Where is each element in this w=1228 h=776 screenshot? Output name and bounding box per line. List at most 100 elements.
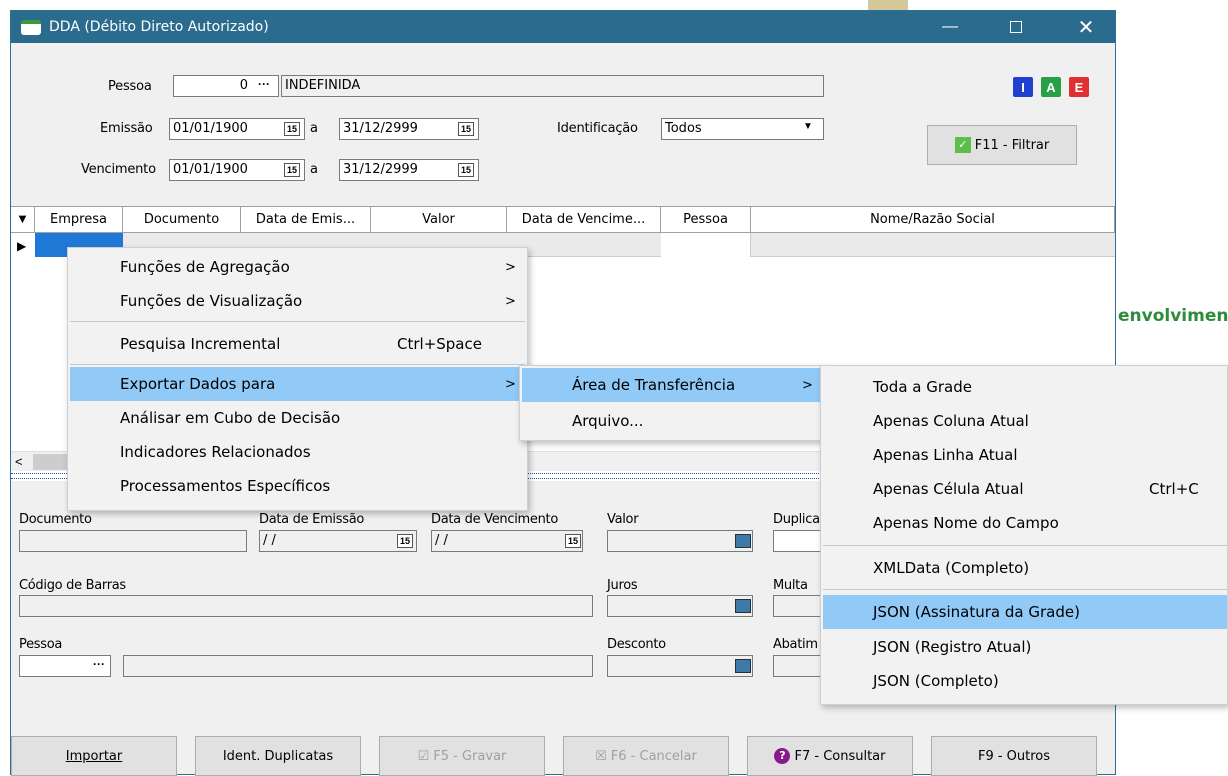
ident-duplicatas-button[interactable]: Ident. Duplicatas bbox=[195, 736, 361, 776]
identificacao-label: Identificação bbox=[557, 121, 638, 136]
duplica-field[interactable] bbox=[773, 530, 821, 552]
context-menu: Funções de Agregação > Funções de Visual… bbox=[67, 247, 528, 511]
col-nome-razao[interactable]: Nome/Razão Social bbox=[751, 207, 1115, 233]
chevron-down-icon[interactable]: ▼ bbox=[803, 121, 813, 132]
calendar-icon[interactable]: 15 bbox=[284, 163, 300, 177]
menu-separator bbox=[823, 545, 1227, 546]
chevron-right-icon: > bbox=[505, 293, 516, 309]
menu-item-label: Apenas Nome do Campo bbox=[873, 514, 1059, 532]
pessoa-detail-lookup-button[interactable]: ··· bbox=[89, 657, 109, 675]
abatim-label: Abatim bbox=[773, 637, 818, 652]
multa-label: Multa bbox=[773, 578, 808, 593]
submenu-area-transferencia: Toda a Grade Apenas Coluna Atual Apenas … bbox=[820, 365, 1228, 705]
chevron-right-icon: > bbox=[505, 376, 516, 392]
consultar-button[interactable]: ? F7 - Consultar bbox=[747, 736, 913, 776]
pessoa-name-detail-field bbox=[123, 655, 593, 677]
close-button[interactable]: ✕ bbox=[1063, 11, 1109, 43]
menu-item-linha-atual[interactable]: Apenas Linha Atual bbox=[823, 438, 1227, 472]
col-valor[interactable]: Valor bbox=[371, 207, 507, 233]
menu-item-label: Apenas Coluna Atual bbox=[873, 412, 1029, 430]
info-icon[interactable]: I bbox=[1013, 77, 1033, 97]
col-empresa[interactable]: Empresa bbox=[35, 207, 123, 233]
gravar-label: F5 - Gravar bbox=[433, 748, 507, 764]
calendar-icon[interactable]: 15 bbox=[565, 534, 581, 548]
calculator-icon[interactable] bbox=[735, 599, 751, 613]
cancel-icon: ☒ bbox=[595, 748, 607, 764]
calendar-icon[interactable]: 15 bbox=[397, 534, 413, 548]
title-bar: DDA (Débito Direto Autorizado) — ✕ bbox=[11, 11, 1115, 43]
menu-item-label: Funções de Agregação bbox=[120, 258, 290, 276]
outros-button[interactable]: F9 - Outros bbox=[931, 736, 1097, 776]
menu-item-toda-grade[interactable]: Toda a Grade bbox=[823, 370, 1227, 404]
menu-item-celula-atual[interactable]: Apenas Célula Atual Ctrl+C bbox=[823, 472, 1227, 506]
table-cell[interactable] bbox=[661, 233, 751, 257]
menu-item-json-completo[interactable]: JSON (Completo) bbox=[823, 664, 1227, 698]
menu-item-label: JSON (Completo) bbox=[873, 672, 999, 690]
window-title: DDA (Débito Direto Autorizado) bbox=[49, 19, 269, 35]
menu-item-shortcut: Ctrl+C bbox=[1149, 480, 1199, 498]
calendar-icon[interactable]: 15 bbox=[284, 122, 300, 136]
menu-item-exportar-dados[interactable]: Exportar Dados para > bbox=[70, 367, 525, 401]
menu-item-label: Apenas Célula Atual bbox=[873, 480, 1024, 498]
menu-item-label: Funções de Visualização bbox=[120, 292, 303, 310]
menu-item-json-registro[interactable]: JSON (Registro Atual) bbox=[823, 630, 1227, 664]
a-label: a bbox=[310, 121, 318, 136]
multa-field[interactable] bbox=[773, 595, 821, 617]
codigo-barras-field[interactable] bbox=[19, 595, 593, 617]
maximize-button[interactable] bbox=[993, 11, 1039, 43]
menu-separator bbox=[70, 321, 525, 322]
abatim-field[interactable] bbox=[773, 655, 821, 677]
menu-item-label: Processamentos Específicos bbox=[120, 477, 331, 495]
desconto-field[interactable] bbox=[607, 655, 753, 677]
col-data-emissao[interactable]: Data de Emis... bbox=[241, 207, 371, 233]
menu-item-analisar-cubo[interactable]: Análisar em Cubo de Decisão bbox=[70, 401, 525, 435]
col-data-vencimento[interactable]: Data de Vencime... bbox=[507, 207, 661, 233]
menu-item-funcoes-agregacao[interactable]: Funções de Agregação > bbox=[70, 250, 525, 284]
calendar-icon[interactable]: 15 bbox=[458, 163, 474, 177]
calculator-icon[interactable] bbox=[735, 534, 751, 548]
gravar-button[interactable]: ☑ F5 - Gravar bbox=[379, 736, 545, 776]
a-label: a bbox=[310, 162, 318, 177]
filter-button[interactable]: ✓ F11 - Filtrar bbox=[927, 125, 1077, 165]
grid-menu-icon[interactable]: ▼ bbox=[11, 207, 35, 233]
documento-field[interactable] bbox=[19, 530, 247, 552]
menu-item-coluna-atual[interactable]: Apenas Coluna Atual bbox=[823, 404, 1227, 438]
minimize-button[interactable]: — bbox=[927, 11, 973, 43]
menu-item-xmldata[interactable]: XMLData (Completo) bbox=[823, 551, 1227, 585]
menu-item-area-transferencia[interactable]: Área de Transferência > bbox=[522, 368, 822, 402]
chevron-left-icon[interactable]: < bbox=[15, 454, 23, 469]
menu-item-arquivo[interactable]: Arquivo... bbox=[522, 404, 822, 438]
row-indicator-icon: ▶ bbox=[17, 239, 27, 253]
pessoa-lookup-button[interactable]: ··· bbox=[251, 77, 277, 95]
menu-item-label: Arquivo... bbox=[572, 412, 644, 430]
menu-item-pesquisa-incremental[interactable]: Pesquisa Incremental Ctrl+Space bbox=[70, 327, 525, 361]
calculator-icon[interactable] bbox=[735, 659, 751, 673]
juros-field[interactable] bbox=[607, 595, 753, 617]
data-emissao-label: Data de Emissão bbox=[259, 512, 365, 527]
menu-item-processamentos[interactable]: Processamentos Específicos bbox=[70, 469, 525, 503]
menu-item-funcoes-visualizacao[interactable]: Funções de Visualização > bbox=[70, 284, 525, 318]
menu-item-json-assinatura[interactable]: JSON (Assinatura da Grade) bbox=[823, 595, 1227, 629]
menu-item-label: Exportar Dados para bbox=[120, 375, 276, 393]
filter-button-label: F11 - Filtrar bbox=[974, 137, 1050, 153]
juros-label: Juros bbox=[607, 578, 638, 593]
valor-field[interactable] bbox=[607, 530, 753, 552]
scroll-thumb[interactable] bbox=[33, 454, 71, 470]
data-emissao-field[interactable]: / / bbox=[259, 530, 417, 552]
data-vencimento-field[interactable]: / / bbox=[431, 530, 583, 552]
menu-item-label: Área de Transferência bbox=[572, 376, 736, 394]
col-pessoa[interactable]: Pessoa bbox=[661, 207, 751, 233]
col-documento[interactable]: Documento bbox=[123, 207, 241, 233]
edit-icon[interactable]: E bbox=[1069, 77, 1089, 97]
menu-item-label: Análisar em Cubo de Decisão bbox=[120, 409, 341, 427]
identificacao-select[interactable]: Todos bbox=[661, 118, 824, 140]
calendar-icon[interactable]: 15 bbox=[458, 122, 474, 136]
cancelar-label: F6 - Cancelar bbox=[610, 748, 697, 764]
importar-button[interactable]: Importar bbox=[11, 736, 177, 776]
background-text: envolvimen bbox=[1118, 306, 1228, 326]
menu-item-nome-campo[interactable]: Apenas Nome do Campo bbox=[823, 506, 1227, 540]
add-icon[interactable]: A bbox=[1041, 77, 1061, 97]
vencimento-label: Vencimento bbox=[81, 162, 156, 177]
cancelar-button[interactable]: ☒ F6 - Cancelar bbox=[563, 736, 729, 776]
menu-item-indicadores[interactable]: Indicadores Relacionados bbox=[70, 435, 525, 469]
